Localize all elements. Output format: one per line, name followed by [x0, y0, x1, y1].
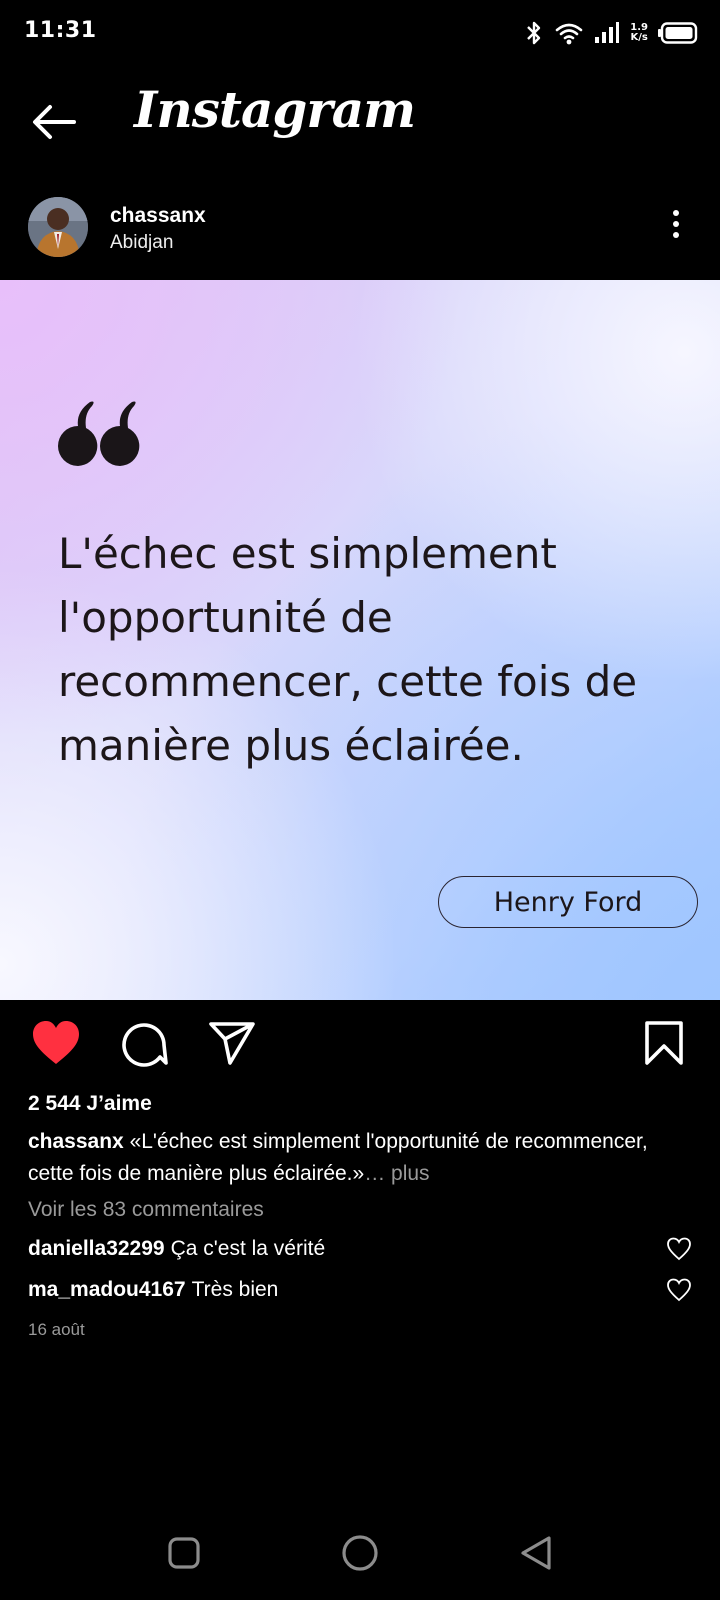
caption-username[interactable]: chassanx	[28, 1130, 124, 1153]
bookmark-icon	[645, 1021, 683, 1065]
status-bar: 11:31 1.9 K/s	[0, 0, 720, 66]
network-speed: 1.9 K/s	[630, 23, 648, 43]
system-nav-bar	[0, 1518, 720, 1588]
arrow-left-icon	[33, 105, 76, 139]
home-icon	[342, 1535, 378, 1571]
wifi-icon	[555, 23, 583, 45]
app-title: Instagram	[134, 80, 416, 139]
status-icons: 1.9 K/s	[524, 16, 698, 50]
comment-like-icon[interactable]	[666, 1277, 692, 1303]
back-triangle-icon	[521, 1536, 551, 1570]
like-button[interactable]	[28, 1015, 84, 1071]
app-bar: Instagram	[0, 66, 720, 176]
post-username[interactable]: chassanx	[110, 204, 206, 228]
comment-text: Très bien	[191, 1278, 279, 1301]
quote-text: L'échec est simplement l'opportunité de …	[58, 529, 638, 770]
battery-icon	[658, 22, 698, 44]
comment-username[interactable]: ma_madou4167	[28, 1278, 186, 1302]
avatar[interactable]	[28, 197, 88, 257]
comment-row: ma_madou4167 Très bien	[28, 1273, 692, 1307]
author-label: Henry Ford	[438, 876, 698, 928]
recent-apps-button[interactable]	[159, 1528, 209, 1578]
caption: chassanx «L'échec est simplement l'oppor…	[28, 1126, 688, 1190]
save-button[interactable]	[636, 1015, 692, 1071]
post-date: 16 août	[28, 1320, 85, 1339]
heart-filled-icon	[33, 1021, 79, 1064]
system-back-button[interactable]	[511, 1528, 561, 1578]
quote-mark-icon	[57, 401, 140, 466]
comment-button[interactable]	[116, 1015, 172, 1071]
likes-count[interactable]: 2 544 J’aime	[28, 1092, 152, 1116]
more-dot	[673, 232, 679, 238]
post-location[interactable]: Abidjan	[110, 232, 173, 254]
comment-like-icon[interactable]	[666, 1236, 692, 1262]
comment-icon	[122, 1023, 168, 1067]
signal-icon	[595, 22, 620, 43]
caption-more-link[interactable]: … plus	[364, 1162, 429, 1185]
post-image[interactable]: L'échec est simplement l'opportunité de …	[0, 280, 720, 1000]
comment-username[interactable]: daniella32299	[28, 1237, 165, 1261]
back-button[interactable]	[26, 94, 82, 150]
speed-unit: K/s	[630, 32, 648, 43]
bluetooth-icon	[527, 21, 541, 45]
comment-text: Ça c'est la vérité	[170, 1237, 326, 1260]
more-options-button[interactable]	[664, 204, 688, 244]
avatar-image	[28, 197, 88, 257]
more-dot	[673, 210, 679, 216]
home-button[interactable]	[335, 1528, 385, 1578]
status-time: 11:31	[24, 18, 97, 43]
post-header: chassanx Abidjan	[0, 190, 720, 274]
more-dot	[673, 221, 679, 227]
share-button[interactable]	[204, 1015, 260, 1071]
post-actions	[0, 1015, 720, 1075]
send-icon	[209, 1022, 255, 1065]
comment-row: daniella32299 Ça c'est la vérité	[28, 1232, 692, 1266]
view-comments-link[interactable]: Voir les 83 commentaires	[28, 1198, 264, 1222]
recent-apps-icon	[168, 1537, 200, 1569]
